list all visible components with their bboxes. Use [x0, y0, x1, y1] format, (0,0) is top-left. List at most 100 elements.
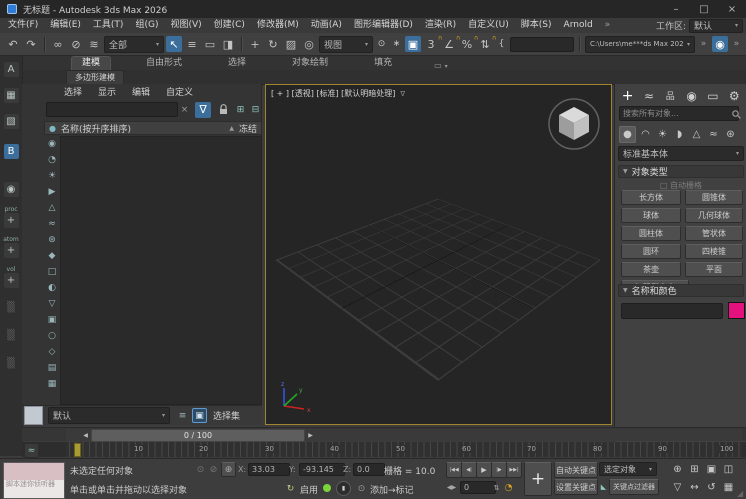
- named-selection-sets-icon[interactable]: {: [495, 38, 508, 51]
- frozen-column-header[interactable]: 冻结: [239, 122, 257, 135]
- use-pivot-center-icon[interactable]: ⊙: [375, 38, 388, 51]
- hierarchy-tab-icon[interactable]: 品: [662, 87, 679, 104]
- cameras-category-icon[interactable]: ◗: [672, 127, 687, 142]
- z-coordinate-field[interactable]: [353, 463, 385, 476]
- helpers-category-icon[interactable]: △: [689, 127, 704, 142]
- select-and-link-icon[interactable]: ∞: [50, 36, 66, 52]
- left-tool-person-icon[interactable]: ◉: [3, 182, 19, 197]
- menu-item-customize[interactable]: 自定义(U): [462, 18, 515, 33]
- time-configuration-icon[interactable]: ◔: [502, 481, 515, 494]
- display-toggle-icon[interactable]: ⊛: [46, 233, 59, 246]
- toolbar-overflow-icon[interactable]: »: [730, 38, 743, 51]
- lock-icon[interactable]: [217, 103, 230, 116]
- snap-toggle-icon[interactable]: ▣: [405, 36, 421, 52]
- viewport-label-text[interactable]: [ + ] [透视] [标准] [默认明暗处理]: [271, 88, 395, 99]
- geometry-category-icon[interactable]: ●: [619, 126, 636, 143]
- select-and-manipulate-icon[interactable]: ∗: [390, 38, 403, 51]
- undo-icon[interactable]: ↶: [5, 36, 21, 52]
- time-tag-icon[interactable]: ⊙: [355, 482, 368, 495]
- left-tool-proc-icon[interactable]: proc+: [3, 206, 19, 228]
- project-path-dropdown[interactable]: C:\Users\me***ds Max 2026 ▾: [585, 36, 695, 53]
- explorer-menu-select[interactable]: 选择: [64, 85, 82, 98]
- selection-preset-dropdown[interactable]: 默认 ▾: [48, 407, 170, 424]
- display-toggle-icon[interactable]: ◉: [46, 137, 59, 150]
- create-cone-button[interactable]: 圆锥体: [685, 190, 743, 205]
- absolute-mode-icon[interactable]: ⊕: [221, 462, 236, 477]
- go-to-end-icon[interactable]: ▶▶|: [506, 462, 522, 478]
- create-teapot-button[interactable]: 茶壶: [621, 262, 681, 277]
- y-coordinate-field[interactable]: [299, 463, 345, 476]
- menu-item-graph-editors[interactable]: 图形编辑器(D): [348, 18, 419, 33]
- primitive-category-dropdown[interactable]: 标准基本体 ▾: [618, 146, 744, 161]
- unlink-selection-icon[interactable]: ⊘: [68, 36, 84, 52]
- menu-item-animation[interactable]: 动画(A): [305, 18, 348, 33]
- display-toggle-icon[interactable]: ▤: [46, 361, 59, 374]
- zoom-extents-icon[interactable]: ▣: [704, 462, 719, 477]
- viewport[interactable]: [ + ] [透视] [标准] [默认明暗处理] ∇ x y z: [265, 84, 612, 425]
- explorer-menu-display[interactable]: 显示: [98, 85, 116, 98]
- systems-category-icon[interactable]: ⊛: [723, 127, 738, 142]
- display-toggle-icon[interactable]: □: [46, 265, 59, 278]
- spinner-snap-icon[interactable]: ⇅∪: [477, 36, 493, 52]
- menu-item-scripting[interactable]: 脚本(S): [515, 18, 558, 33]
- auto-key-button[interactable]: 自动关键点: [554, 462, 598, 478]
- zoom-icon[interactable]: ⊕: [670, 462, 685, 477]
- key-filters-button[interactable]: 关键点过滤器: [609, 479, 659, 495]
- object-name-input[interactable]: [621, 303, 723, 319]
- utilities-tab-icon[interactable]: ⚙: [726, 87, 743, 104]
- bind-to-spacewarp-icon[interactable]: ≋: [86, 36, 102, 52]
- viewcube[interactable]: [545, 95, 603, 153]
- explorer-search-input[interactable]: [46, 102, 178, 117]
- previous-frame-icon[interactable]: ◀: [80, 430, 91, 441]
- left-tool-active-icon[interactable]: B: [3, 144, 19, 159]
- redo-icon[interactable]: ↷: [23, 36, 39, 52]
- create-box-button[interactable]: 长方体: [621, 190, 681, 205]
- listener-pane[interactable]: 脚本迷你侦听器: [4, 480, 64, 498]
- resize-grip-icon[interactable]: ◢: [737, 489, 743, 498]
- axis-constraint-icon[interactable]: [24, 406, 43, 425]
- filter-icon[interactable]: ∇: [195, 102, 211, 118]
- next-frame-icon[interactable]: ▶: [305, 430, 316, 441]
- go-to-start-icon[interactable]: |◀◀: [446, 462, 462, 478]
- display-toggle-icon[interactable]: ◆: [46, 249, 59, 262]
- play-icon[interactable]: ▶: [476, 462, 492, 478]
- time-slider-value[interactable]: 0 / 100: [91, 429, 305, 442]
- set-keys-button[interactable]: +: [524, 462, 552, 496]
- ribbon-collapse-icon[interactable]: ▭: [434, 61, 442, 70]
- macro-recorder-pane[interactable]: [4, 463, 64, 480]
- display-toggle-icon[interactable]: ≈: [46, 217, 59, 230]
- isolate-selection-icon[interactable]: ⊙: [194, 463, 207, 476]
- create-cylinder-button[interactable]: 圆柱体: [621, 226, 681, 241]
- maximize-viewport-icon[interactable]: ▦: [721, 480, 736, 495]
- display-toggle-icon[interactable]: ◐: [46, 281, 59, 294]
- named-selection-sets-icon[interactable]: ▣: [192, 408, 207, 423]
- pan-icon[interactable]: ↔: [687, 480, 702, 495]
- display-toggle-icon[interactable]: ▶: [46, 185, 59, 198]
- select-by-name-icon[interactable]: ≡: [184, 36, 200, 52]
- menu-item-modifiers[interactable]: 修改器(M): [251, 18, 305, 33]
- left-tool-vol-icon[interactable]: vol+: [3, 266, 19, 288]
- selection-lock-icon[interactable]: ⊘: [207, 463, 220, 476]
- zoom-extents-all-icon[interactable]: ◫: [721, 462, 736, 477]
- workspace-dropdown[interactable]: 默认 ▾: [689, 19, 743, 33]
- ribbon-tab-populate[interactable]: 填充: [364, 57, 402, 70]
- angle-snap-icon[interactable]: ∠∪: [441, 36, 457, 52]
- object-type-rollout[interactable]: ▼ 对象类型: [618, 165, 744, 178]
- time-slider-track[interactable]: ◀ 0 / 100 ▶: [66, 429, 742, 441]
- display-toggle-icon[interactable]: ▦: [46, 377, 59, 390]
- object-color-swatch[interactable]: [728, 302, 745, 319]
- window-crossing-icon[interactable]: ◨: [220, 36, 236, 52]
- create-tube-button[interactable]: 管状体: [685, 226, 743, 241]
- maximize-button[interactable]: □: [690, 0, 718, 18]
- autobackup-icon[interactable]: ↻: [284, 482, 297, 495]
- display-toggle-icon[interactable]: ☀: [46, 169, 59, 182]
- create-torus-button[interactable]: 圆环: [621, 244, 681, 259]
- per-view-filter-icon[interactable]: ∇: [400, 90, 405, 98]
- display-toggle-icon[interactable]: ◇: [46, 345, 59, 358]
- modify-tab-icon[interactable]: ≈: [640, 87, 657, 104]
- display-tab-icon[interactable]: ▭: [704, 87, 721, 104]
- display-toggle-icon[interactable]: ◔: [46, 153, 59, 166]
- explorer-object-list[interactable]: [60, 136, 262, 405]
- name-column-header[interactable]: 名称(按升序排序): [61, 122, 131, 135]
- ribbon-tab-freeform[interactable]: 自由形式: [136, 57, 192, 70]
